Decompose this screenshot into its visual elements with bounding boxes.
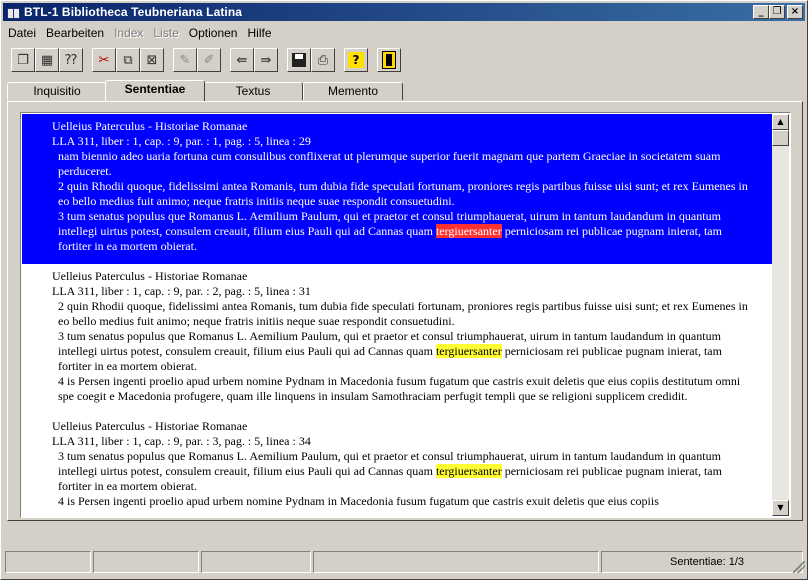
cut-icon: ✂ [98, 52, 110, 68]
menu-liste[interactable]: Liste [148, 26, 183, 40]
entry-paragraph: 3 tum senatus populus que Romanus L. Aem… [58, 209, 722, 253]
cut-button[interactable]: ✂ [92, 48, 116, 72]
menu-hilfe[interactable]: Hilfe [242, 26, 276, 40]
pen-alt-icon: ✐ [203, 52, 215, 68]
filter-icon: ⊠ [146, 52, 158, 68]
search-hit-highlight: tergiuersanter [435, 224, 502, 238]
entry-paragraph: 4 is Persen ingenti proelio apud urbem n… [58, 374, 741, 403]
scroll-thumb[interactable] [772, 130, 789, 146]
entry-paragraph: 2 quin Rhodii quoque, fidelissimi antea … [58, 179, 748, 208]
status-sententiae-count: Sententiae: 1/3 [601, 551, 803, 573]
restore-button[interactable]: ❐ [769, 5, 785, 19]
export-icon: ⇛ [260, 52, 272, 68]
exit-button[interactable] [377, 48, 401, 72]
save-button[interactable] [287, 48, 311, 72]
entry-author: Uelleius Paterculus - Historiae Romanae [52, 119, 248, 133]
close-button[interactable]: × [787, 5, 803, 19]
entry-reference: LLA 311, liber : 1, cap. : 9, par. : 2, … [52, 284, 311, 298]
copy-pages-icon: ❐ [17, 52, 29, 68]
export-button[interactable]: ⇛ [254, 48, 278, 72]
save-icon [292, 53, 306, 67]
table-button[interactable]: ▦ [35, 48, 59, 72]
scroll-up-button[interactable]: ▲ [772, 114, 789, 130]
list-item[interactable]: Uelleius Paterculus - Historiae Romanae … [22, 414, 772, 516]
entry-paragraph: 2 quin Rhodii quoque, fidelissimi antea … [58, 299, 748, 328]
status-cell-1 [5, 551, 91, 573]
menu-bar: Datei Bearbeiten Index Liste Optionen Hi… [3, 23, 277, 42]
filter-button[interactable]: ⊠ [140, 48, 164, 72]
tab-strip: Inquisitio Sententiae Textus Memento [7, 80, 803, 101]
app-window: BTL-1 Bibliotheca Teubneriana Latina _ ❐… [0, 0, 808, 580]
menu-optionen[interactable]: Optionen [184, 26, 243, 40]
entry-paragraph: 3 tum senatus populus que Romanus L. Aem… [58, 329, 722, 373]
entry-author: Uelleius Paterculus - Historiae Romanae [52, 269, 248, 283]
minimize-button[interactable]: _ [753, 5, 769, 19]
import-button[interactable]: ⇚ [230, 48, 254, 72]
entry-author: Uelleius Paterculus - Historiae Romanae [52, 419, 248, 433]
entry-reference: LLA 311, liber : 1, cap. : 9, par. : 1, … [52, 134, 311, 148]
search-hit-highlight: tergiuersanter [435, 344, 502, 358]
entry-paragraph: 3 tum senatus populus que Romanus L. Aem… [58, 449, 722, 493]
query-button[interactable]: ⁇ [59, 48, 83, 72]
list-item[interactable]: Uelleius Paterculus - Historiae Romanae … [22, 114, 772, 264]
tree-button[interactable]: ⧉ [116, 48, 140, 72]
sententiae-panel: Uelleius Paterculus - Historiae Romanae … [7, 101, 803, 521]
exit-icon [382, 51, 396, 69]
entry-reference: LLA 311, liber : 1, cap. : 9, par. : 3, … [52, 434, 311, 448]
resize-grip-icon[interactable] [793, 561, 805, 573]
table-icon: ▦ [40, 52, 54, 68]
help-icon: ? [348, 52, 364, 68]
title-bar[interactable]: BTL-1 Bibliotheca Teubneriana Latina _ ❐… [3, 3, 805, 21]
status-bar: Sententiae: 1/3 [5, 551, 805, 575]
copy-pages-button[interactable]: ❐ [11, 48, 35, 72]
search-hit-highlight: tergiuersanter [435, 464, 502, 478]
print-button[interactable]: ⎙ [311, 48, 335, 72]
pen-button[interactable]: ✎ [173, 48, 197, 72]
book-icon [6, 5, 20, 19]
status-cell-2 [93, 551, 199, 573]
list-content: Uelleius Paterculus - Historiae Romanae … [22, 114, 772, 516]
vertical-scrollbar[interactable]: ▲ ▼ [772, 114, 789, 516]
status-cell-3 [201, 551, 311, 573]
scroll-down-button[interactable]: ▼ [772, 500, 789, 516]
pen-alt-button[interactable]: ✐ [197, 48, 221, 72]
help-button[interactable]: ? [344, 48, 368, 72]
tab-textus[interactable]: Textus [203, 82, 303, 100]
list-item[interactable]: Uelleius Paterculus - Historiae Romanae … [22, 264, 772, 414]
window-controls: _ ❐ × [753, 5, 803, 19]
tab-sententiae[interactable]: Sententiae [105, 80, 205, 101]
toolbar: ❐ ▦ ⁇ ✂ ⧉ ⊠ ✎ ✐ ⇚ ⇛ ⎙ ? [11, 47, 401, 73]
import-icon: ⇚ [236, 52, 248, 68]
menu-bearbeiten[interactable]: Bearbeiten [41, 26, 109, 40]
entry-paragraph: 4 is Persen ingenti proelio apud urbem n… [58, 494, 659, 508]
window-title: BTL-1 Bibliotheca Teubneriana Latina [24, 5, 243, 19]
sententiae-list[interactable]: Uelleius Paterculus - Historiae Romanae … [20, 112, 791, 518]
menu-datei[interactable]: Datei [3, 26, 41, 40]
entry-paragraph: nam biennio adeo uaria fortuna cum consu… [58, 149, 721, 178]
print-icon: ⎙ [317, 52, 329, 68]
tree-icon: ⧉ [123, 52, 133, 68]
menu-index[interactable]: Index [109, 26, 148, 40]
query-icon: ⁇ [65, 52, 77, 68]
status-cell-4 [313, 551, 599, 573]
tab-inquisitio[interactable]: Inquisitio [7, 82, 107, 100]
pen-icon: ✎ [179, 52, 191, 68]
tab-memento[interactable]: Memento [303, 82, 403, 100]
